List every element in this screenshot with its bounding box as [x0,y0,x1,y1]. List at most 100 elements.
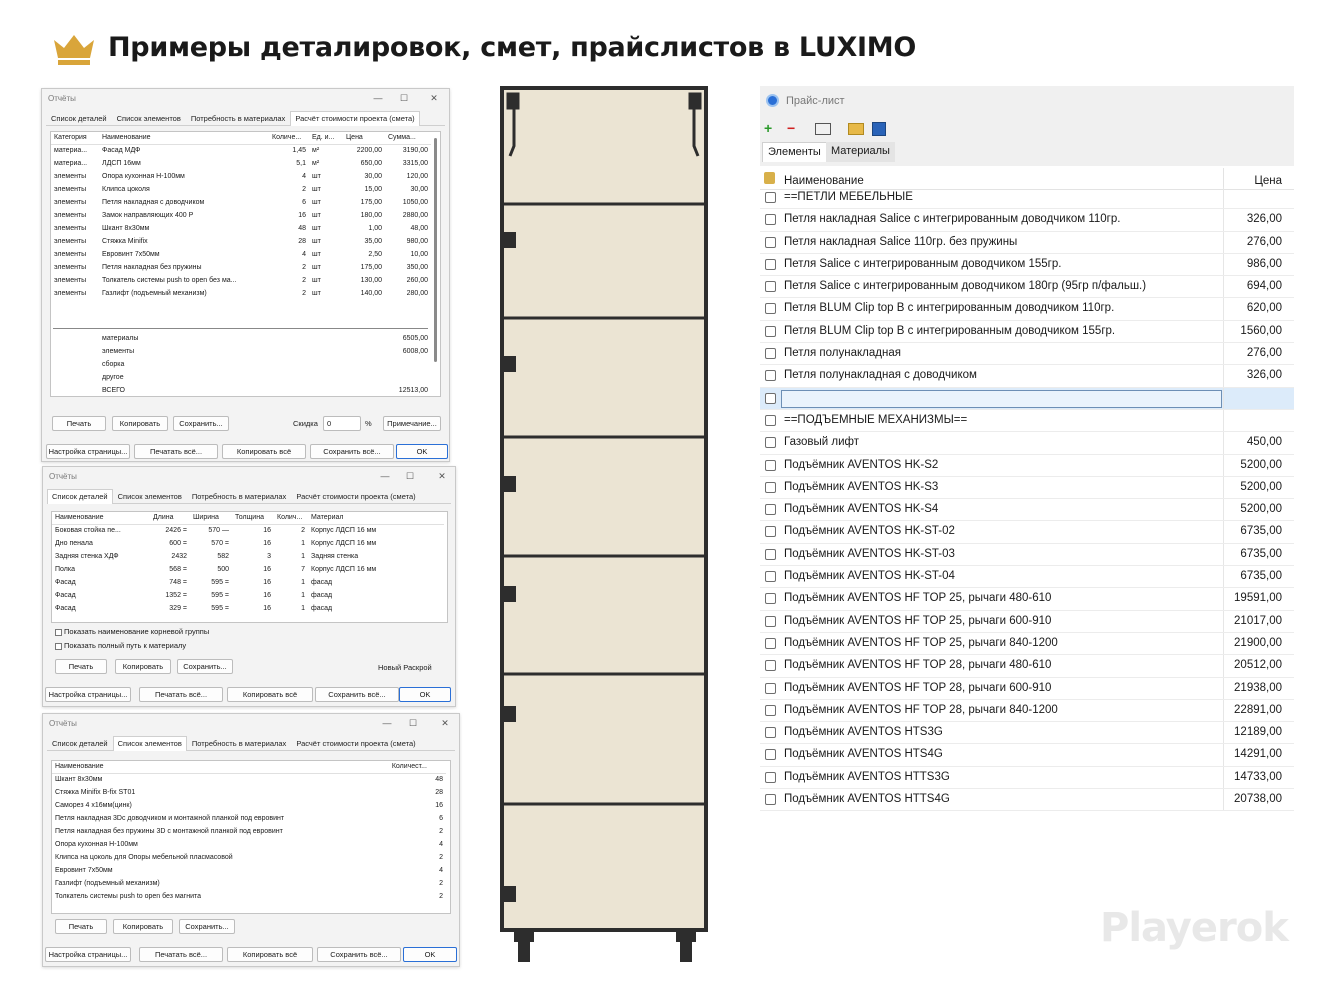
list-item[interactable]: Газовый лифт 450,00 [760,432,1294,455]
table-row[interactable]: Клипса на цоколь для Опоры мебельной пла… [52,851,446,864]
table-row[interactable]: Петля накладная 3Dс доводчиком и монтажн… [52,812,446,825]
table-row[interactable]: элементы Замок направляющих 400 Р 16 шт 180,… [51,209,431,222]
row-checkbox[interactable] [765,571,776,583]
list-item[interactable]: Подъёмник AVENTOS HK-ST-02 6735,00 [760,521,1294,544]
tab-elements[interactable]: Список элементов [112,736,187,751]
page-setup-button[interactable]: Настройка страницы... [46,444,130,459]
table-row[interactable]: Саморез 4 х16мм(цинк) 16 [52,799,446,812]
save-button[interactable]: Сохранить... [173,416,229,431]
remove-icon[interactable]: − [787,120,795,136]
tab-details[interactable]: Список деталей [46,111,112,125]
list-item[interactable]: Подъёмник AVENTOS HF TOP 28, рычаги 600-… [760,677,1294,700]
table-row[interactable]: Полка 568 = 500 16 7 Корпус ЛДСП 16 мм [52,563,444,576]
print-all-button[interactable]: Печатать всё... [139,947,223,962]
list-item[interactable]: Петля Salice с интегрированным доводчико… [760,253,1294,277]
row-checkbox[interactable] [765,704,776,716]
row-checkbox[interactable] [765,325,776,337]
new-cut-label[interactable]: Новый Раскрой [378,663,432,672]
list-item[interactable]: Подъёмник AVENTOS HK-ST-03 6735,00 [760,543,1294,567]
row-checkbox[interactable] [765,771,776,783]
list-item[interactable]: Подъёмник AVENTOS HK-S2 5200,00 [760,454,1294,477]
table-row[interactable]: Газлифт (подъемный механизм) 2 [52,877,446,890]
row-checkbox[interactable] [765,481,776,493]
note-button[interactable]: Примечание... [383,416,441,431]
list-item[interactable]: Подъёмник AVENTOS HK-S4 5200,00 [760,499,1294,522]
row-checkbox[interactable] [765,437,776,449]
table-row[interactable]: Толкатель системы push to open без магни… [52,890,446,903]
list-item[interactable]: Петля полунакладная 276,00 [760,343,1294,366]
minimize-icon[interactable]: — [379,470,391,482]
maximize-icon[interactable]: ☐ [404,470,416,482]
tab-estimate[interactable]: Расчёт стоимости проекта (смета) [291,489,420,503]
list-item[interactable]: Подъёмник AVENTOS HTS4G 14291,00 [760,744,1294,767]
list-item[interactable]: Петля Salice с интегрированным доводчико… [760,276,1294,299]
table-row[interactable]: Фасад 329 = 595 = 16 1 фасад [52,602,444,615]
row-checkbox[interactable] [765,258,776,270]
table-row[interactable]: Фасад 1352 = 595 = 16 1 фасад [52,589,444,602]
tab-estimate[interactable]: Расчёт стоимости проекта (смета) [291,736,420,750]
page-setup-button[interactable]: Настройка страницы... [45,687,131,702]
row-checkbox[interactable] [765,526,776,538]
tab-details[interactable]: Список деталей [47,736,113,750]
row-checkbox[interactable] [765,370,776,382]
discount-input[interactable]: 0 [323,416,361,431]
list-item[interactable]: Подъёмник AVENTOS HF TOP 28, рычаги 480-… [760,655,1294,678]
tab-elements[interactable]: Список элементов [112,111,186,125]
page-setup-button[interactable]: Настройка страницы... [45,947,131,962]
row-checkbox[interactable] [765,593,776,605]
tab-materials[interactable]: Потребность в материалах [187,736,291,750]
tab-materials[interactable]: Материалы [826,142,895,162]
row-checkbox[interactable] [765,504,776,516]
save-button[interactable]: Сохранить... [179,919,235,934]
row-checkbox[interactable] [765,637,776,649]
table-row[interactable]: Опора кухонная H-100мм 4 [52,838,446,851]
table-row[interactable]: материа... Фасад МДФ 1,45 м² 2200,00 3190,00 [51,144,431,157]
print-all-button[interactable]: Печатать всё... [139,687,223,702]
tab-estimate[interactable]: Расчёт стоимости проекта (смета) [290,111,420,126]
print-button[interactable]: Печать [55,659,107,674]
list-item[interactable]: Петля BLUM Clip top B с интегрированным … [760,320,1294,344]
row-checkbox[interactable] [765,236,776,248]
maximize-icon[interactable]: ☐ [407,717,419,729]
table-row[interactable]: элементы Опора кухонная H-100мм 4 шт 30,00 12… [51,170,431,183]
list-item[interactable]: Подъёмник AVENTOS HF TOP 25, рычаги 600-… [760,610,1294,633]
copy-button[interactable]: Копировать [112,416,168,431]
row-checkbox[interactable] [765,459,776,471]
save-all-button[interactable]: Сохранить всё... [317,947,401,962]
row-checkbox[interactable] [765,348,776,360]
table-row[interactable]: элементы Петля накладная с доводчиком 6 шт 1… [51,196,431,209]
list-item[interactable]: Подъёмник AVENTOS HF TOP 28, рычаги 840-… [760,699,1294,723]
row-checkbox[interactable] [765,660,776,672]
row-checkbox[interactable] [765,281,776,293]
ok-button[interactable]: OK [399,687,451,702]
list-item[interactable]: Подъёмник AVENTOS HTTS4G 20738,00 [760,789,1294,812]
show-full-path-checkbox[interactable]: Показать полный путь к материалу [55,641,186,650]
row-checkbox[interactable] [765,303,776,315]
row-checkbox[interactable] [765,615,776,627]
list-item[interactable]: Петля полунакладная с доводчиком 326,00 [760,365,1294,388]
column-price[interactable]: Цена [1254,175,1282,187]
list-item[interactable]: ==ПОДЪЕМНЫЕ МЕХАНИЗМЫ== [760,409,1294,433]
print-all-button[interactable]: Печатать всё... [134,444,218,459]
copy-button[interactable]: Копировать [115,659,171,674]
row-checkbox[interactable] [765,727,776,739]
row-checkbox[interactable] [765,749,776,761]
ok-button[interactable]: OK [396,444,448,459]
save-all-button[interactable]: Сохранить всё... [310,444,394,459]
tab-elements[interactable]: Элементы [762,142,827,162]
print-button[interactable]: Печать [55,919,107,934]
table-row[interactable]: Евровинт 7х50мм 4 [52,864,446,877]
table-row[interactable]: материа... ЛДСП 16мм 5,1 м² 650,00 3315,00 [51,157,431,170]
save-button[interactable]: Сохранить... [177,659,233,674]
ok-button[interactable]: OK [403,947,457,962]
table-row[interactable]: Петля накладная без пружины 3D с монтажн… [52,825,446,838]
list-item[interactable]: Подъёмник AVENTOS HTTS3G 14733,00 [760,766,1294,790]
list-item[interactable] [760,387,1294,410]
table-row[interactable]: Шкант 8х30мм 48 [52,773,446,786]
list-item[interactable]: Подъёмник AVENTOS HK-ST-04 6735,00 [760,566,1294,589]
row-checkbox[interactable] [765,682,776,694]
table-row[interactable]: элементы Клипса цоколя 2 шт 15,00 30,00 [51,183,431,196]
table-row[interactable]: Дно пенала 600 = 570 = 16 1 Корпус ЛДСП 16 мм [52,537,444,550]
tab-details[interactable]: Список деталей [47,489,113,504]
table-row[interactable]: Боковая стойка пе... 2426 = 570 — 16 2 Корпус… [52,524,444,537]
